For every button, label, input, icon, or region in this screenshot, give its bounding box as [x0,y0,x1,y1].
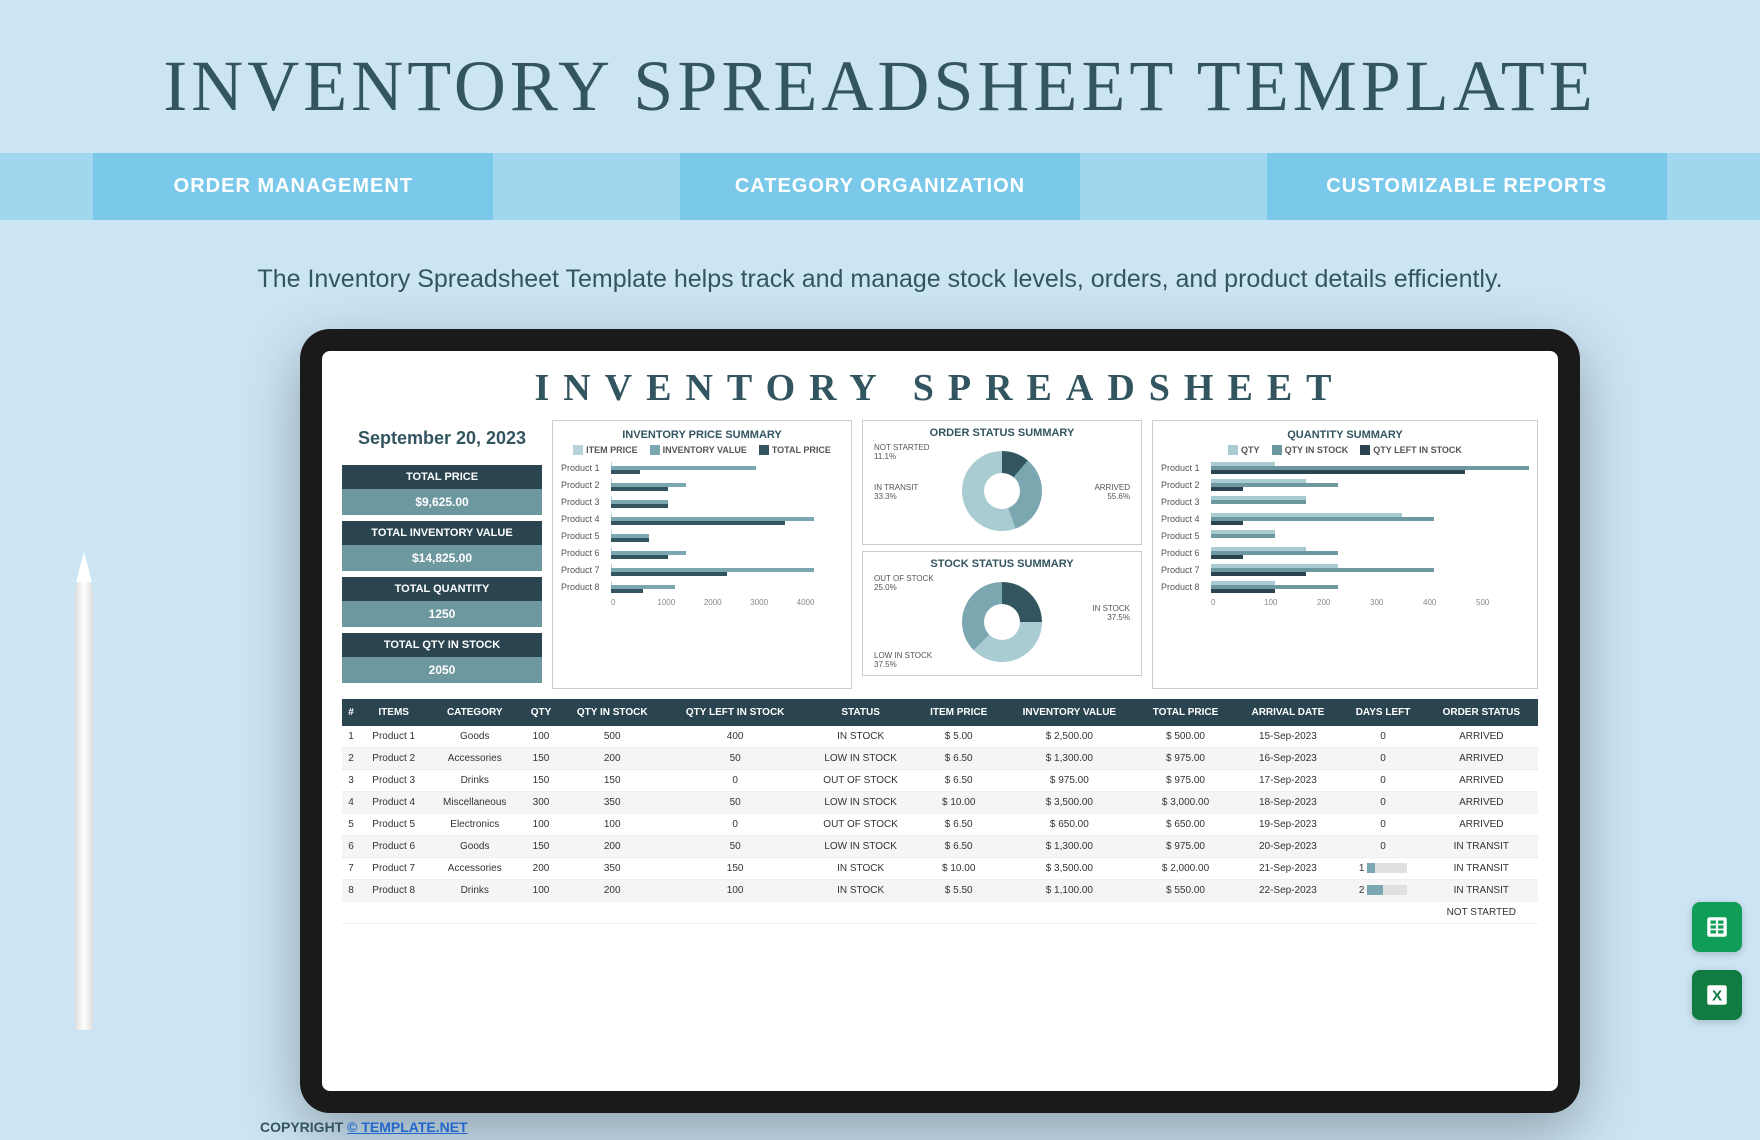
page-title: INVENTORY SPREADSHEET TEMPLATE [0,0,1760,153]
tablet-mockup: INVENTORY SPREADSHEET September 20, 2023… [180,329,1580,1113]
feature-row: ORDER MANAGEMENT CATEGORY ORGANIZATION C… [0,153,1760,220]
price-chart-title: INVENTORY PRICE SUMMARY [561,429,843,441]
qty-bar-row: Product 7 [1161,563,1529,577]
order-status-panel: ORDER STATUS SUMMARY NOT STARTED11.1% IN… [862,420,1142,545]
stat-box: TOTAL INVENTORY VALUE$14,825.00 [342,521,542,571]
price-chart-panel: INVENTORY PRICE SUMMARY ITEM PRICE INVEN… [552,420,852,689]
table-row: 1Product 1Goods100500400IN STOCK$ 5.00$ … [342,726,1538,748]
price-bar-row: Product 1 [561,461,843,475]
table-row: 3Product 3Drinks1501500OUT OF STOCK$ 6.5… [342,770,1538,792]
excel-icon[interactable]: X [1692,970,1742,1020]
qty-bar-row: Product 1 [1161,461,1529,475]
qty-bar-row: Product 8 [1161,580,1529,594]
stylus-icon [75,580,93,1030]
price-chart-legend: ITEM PRICE INVENTORY VALUE TOTAL PRICE [561,445,843,455]
table-header: STATUS [806,699,916,726]
price-bar-row: Product 2 [561,478,843,492]
order-donut-title: ORDER STATUS SUMMARY [869,427,1135,439]
qty-chart-legend: QTY QTY IN STOCK QTY LEFT IN STOCK [1161,445,1529,455]
app-icons-tray: X [1692,902,1742,1020]
svg-text:X: X [1712,987,1722,1004]
stat-box: TOTAL PRICE$9,625.00 [342,465,542,515]
table-header: QTY [522,699,560,726]
table-header: DAYS LEFT [1341,699,1424,726]
stock-donut-title: STOCK STATUS SUMMARY [869,558,1135,570]
feature-tab-reports: CUSTOMIZABLE REPORTS [1267,153,1667,220]
price-bar-row: Product 8 [561,580,843,594]
stock-donut-chart [962,582,1042,662]
table-header: QTY IN STOCK [560,699,665,726]
qty-bar-row: Product 2 [1161,478,1529,492]
description-text: The Inventory Spreadsheet Template helps… [0,250,1760,329]
table-row: 7Product 7Accessories200350150IN STOCK$ … [342,858,1538,880]
table-header: ITEMS [360,699,427,726]
table-header: # [342,699,360,726]
stat-box: TOTAL QTY IN STOCK2050 [342,633,542,683]
table-row: 8Product 8Drinks100200100IN STOCK$ 5.50$… [342,880,1538,902]
qty-chart-panel: QUANTITY SUMMARY QTY QTY IN STOCK QTY LE… [1152,420,1538,689]
table-row: 2Product 2Accessories15020050LOW IN STOC… [342,748,1538,770]
order-donut-chart [962,451,1042,531]
stock-status-panel: STOCK STATUS SUMMARY OUT OF STOCK25.0% L… [862,551,1142,676]
table-row: 6Product 6Goods15020050LOW IN STOCK$ 6.5… [342,836,1538,858]
qty-bar-row: Product 5 [1161,529,1529,543]
table-header: CATEGORY [427,699,522,726]
price-bar-row: Product 4 [561,512,843,526]
inventory-table: #ITEMSCATEGORYQTYQTY IN STOCKQTY LEFT IN… [342,699,1538,924]
qty-bar-row: Product 3 [1161,495,1529,509]
price-bar-row: Product 6 [561,546,843,560]
date-display: September 20, 2023 [342,420,542,457]
table-row: 4Product 4Miscellaneous30035050LOW IN ST… [342,792,1538,814]
table-row: NOT STARTED [342,902,1538,924]
table-header: QTY LEFT IN STOCK [664,699,805,726]
table-header: ORDER STATUS [1425,699,1538,726]
price-bar-row: Product 7 [561,563,843,577]
stat-box: TOTAL QUANTITY1250 [342,577,542,627]
qty-bar-row: Product 6 [1161,546,1529,560]
google-sheets-icon[interactable] [1692,902,1742,952]
table-header: INVENTORY VALUE [1002,699,1137,726]
copyright-link[interactable]: © TEMPLATE.NET [347,1119,468,1135]
feature-tab-category: CATEGORY ORGANIZATION [680,153,1080,220]
table-row: 5Product 5Electronics1001000OUT OF STOCK… [342,814,1538,836]
spreadsheet-title: INVENTORY SPREADSHEET [342,366,1538,410]
price-bar-row: Product 5 [561,529,843,543]
qty-chart-title: QUANTITY SUMMARY [1161,429,1529,441]
summary-column: September 20, 2023 TOTAL PRICE$9,625.00 T… [342,420,542,689]
feature-tab-order: ORDER MANAGEMENT [93,153,493,220]
copyright-text: COPYRIGHT © TEMPLATE.NET [260,1119,468,1135]
table-header: ARRIVAL DATE [1234,699,1341,726]
qty-bar-row: Product 4 [1161,512,1529,526]
price-bar-row: Product 3 [561,495,843,509]
table-header: TOTAL PRICE [1137,699,1235,726]
table-header: ITEM PRICE [915,699,1002,726]
